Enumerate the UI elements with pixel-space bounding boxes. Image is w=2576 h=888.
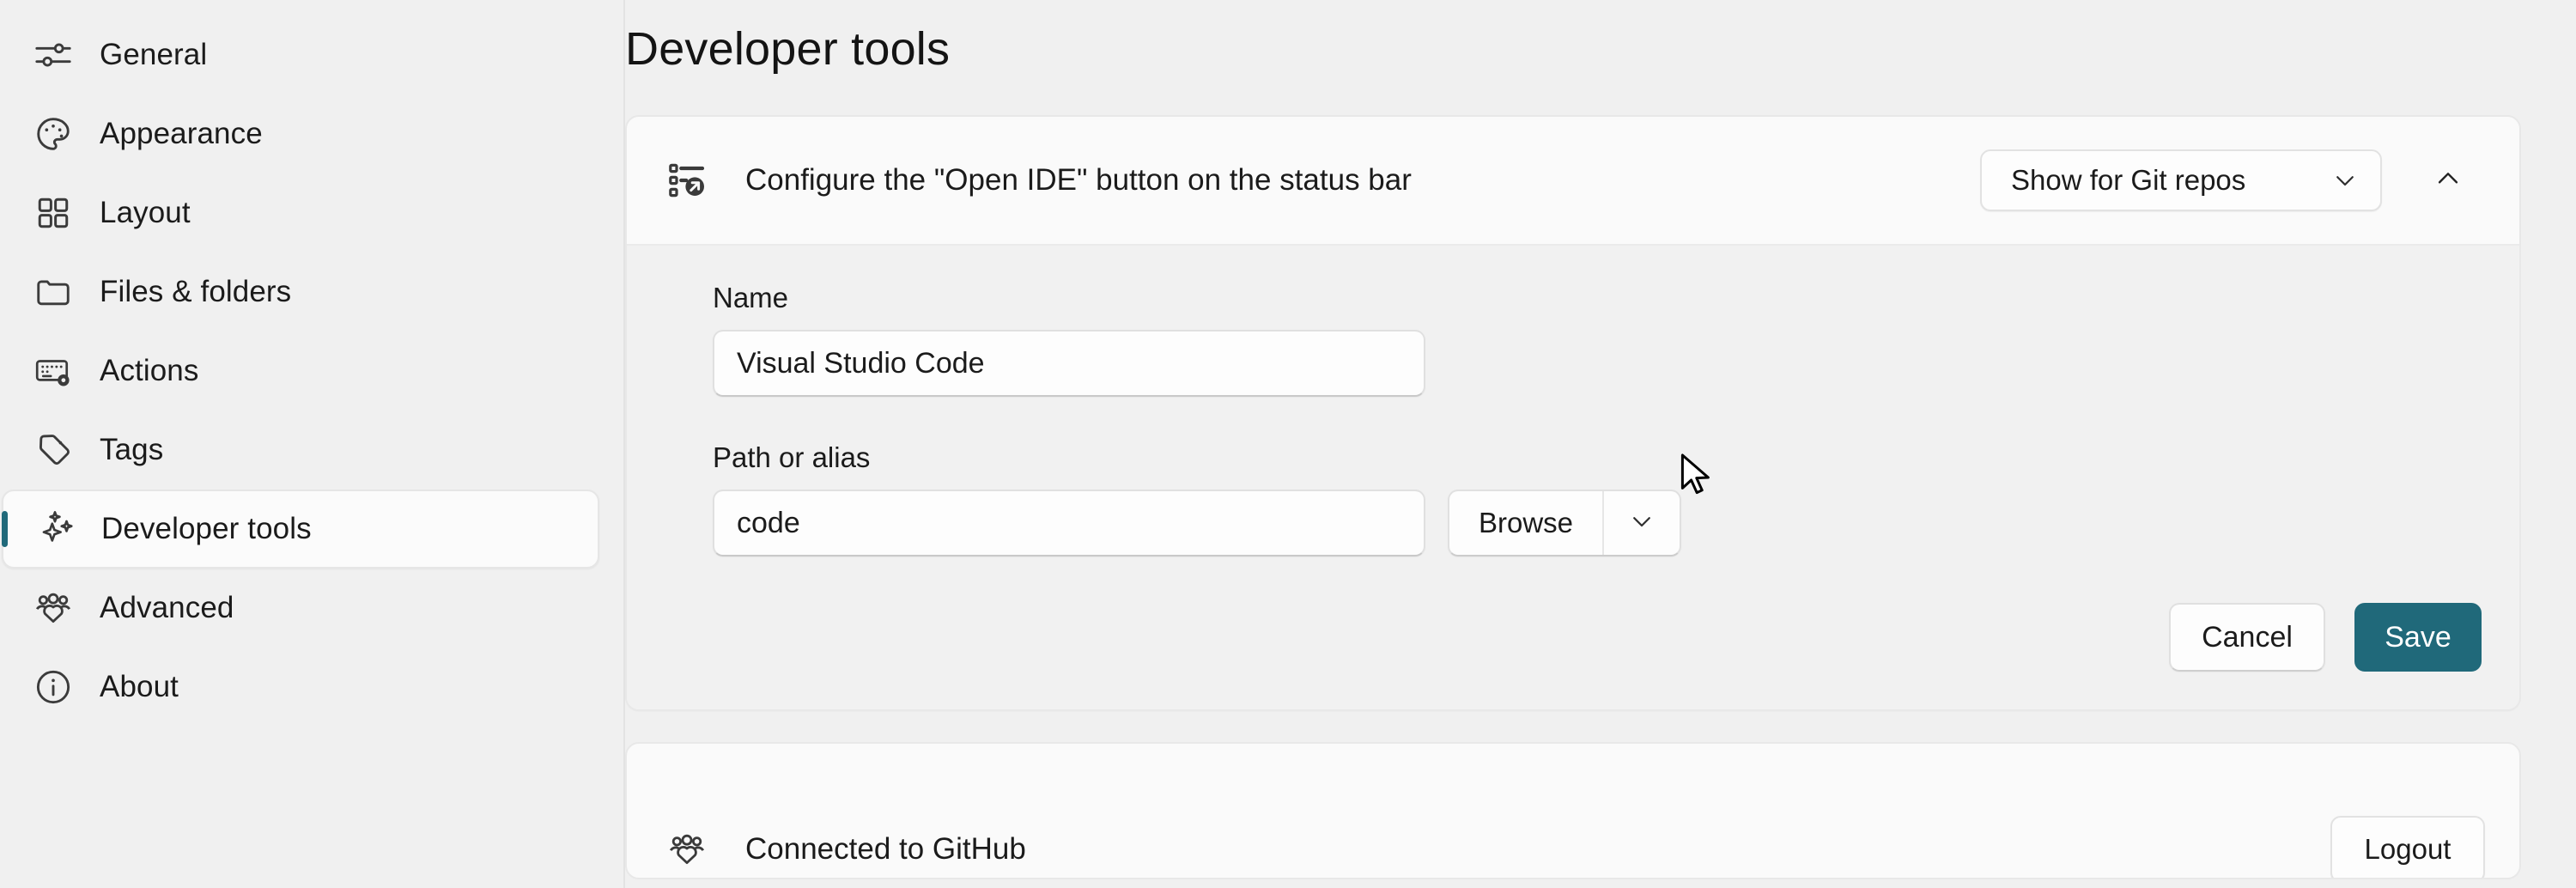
settings-sidebar: General Appearance [0, 0, 625, 888]
cancel-button[interactable]: Cancel [2169, 603, 2325, 672]
sidebar-item-appearance[interactable]: Appearance [2, 94, 599, 173]
page-title: Developer tools [625, 22, 2521, 76]
chevron-down-icon [2332, 167, 2358, 193]
keyboard-gear-icon [31, 349, 76, 393]
sidebar-item-advanced[interactable]: Advanced [2, 569, 599, 648]
ide-visibility-select[interactable]: Show for Git repos [1980, 149, 2382, 211]
form-actions: Cancel Save [713, 603, 2482, 672]
tag-icon [31, 428, 76, 472]
chevron-down-icon [1629, 508, 1655, 538]
settings-window: General Appearance [0, 0, 2576, 888]
sidebar-item-label: Developer tools [101, 512, 312, 546]
sidebar-item-label: Layout [100, 196, 191, 230]
sidebar-item-label: General [100, 38, 207, 72]
github-card-title: Connected to GitHub [745, 832, 1026, 867]
open-ide-card-title: Configure the "Open IDE" button on the s… [745, 163, 1412, 198]
people-group-icon [31, 586, 76, 630]
grid-icon [31, 191, 76, 235]
name-input[interactable]: Visual Studio Code [713, 330, 1425, 397]
sidebar-item-label: Files & folders [100, 275, 291, 309]
palette-icon [31, 112, 76, 156]
main-content: Developer tools Configure the "Open IDE"… [625, 0, 2576, 888]
name-field-label: Name [713, 282, 2482, 314]
github-card-header[interactable]: Connected to GitHub Logout [627, 744, 2519, 873]
field-spacer [713, 397, 2482, 441]
sidebar-item-about[interactable]: About [2, 648, 599, 727]
open-ide-card-header[interactable]: Configure the "Open IDE" button on the s… [627, 117, 2519, 246]
people-group-icon [665, 827, 709, 872]
chevron-up-icon [2433, 164, 2463, 198]
github-connection-card: Connected to GitHub Logout [625, 742, 2521, 879]
sidebar-item-layout[interactable]: Layout [2, 173, 599, 252]
ide-visibility-value: Show for Git repos [2011, 164, 2245, 197]
open-ide-settings-card: Configure the "Open IDE" button on the s… [625, 115, 2521, 711]
sidebar-item-label: Appearance [100, 117, 263, 151]
info-circle-icon [31, 665, 76, 709]
path-field-label: Path or alias [713, 441, 2482, 474]
browse-split-button: Browse [1448, 490, 1681, 557]
sparkles-icon [33, 507, 77, 551]
path-input-row: code Browse [713, 490, 2482, 557]
open-ide-card-body: Name Visual Studio Code Path or alias co… [627, 246, 2519, 709]
sidebar-item-tags[interactable]: Tags [2, 411, 599, 490]
sliders-icon [31, 33, 76, 77]
sidebar-item-files-folders[interactable]: Files & folders [2, 252, 599, 331]
sidebar-item-label: Advanced [100, 591, 234, 625]
logout-button[interactable]: Logout [2330, 816, 2485, 879]
folder-icon [31, 270, 76, 314]
sidebar-item-developer-tools[interactable]: Developer tools [2, 490, 599, 569]
path-input-value: code [737, 507, 800, 540]
sidebar-item-label: About [100, 670, 179, 704]
name-input-value: Visual Studio Code [737, 347, 985, 380]
browse-button[interactable]: Browse [1449, 491, 1602, 555]
collapse-card-button[interactable] [2411, 143, 2485, 217]
sidebar-item-label: Tags [100, 433, 163, 467]
selection-accent-bar [2, 511, 8, 547]
save-button[interactable]: Save [2354, 603, 2482, 672]
sidebar-item-general[interactable]: General [2, 15, 599, 94]
sidebar-item-label: Actions [100, 354, 198, 388]
path-input[interactable]: code [713, 490, 1425, 557]
list-open-external-icon [665, 158, 709, 203]
sidebar-item-actions[interactable]: Actions [2, 331, 599, 411]
browse-dropdown-button[interactable] [1604, 491, 1680, 555]
